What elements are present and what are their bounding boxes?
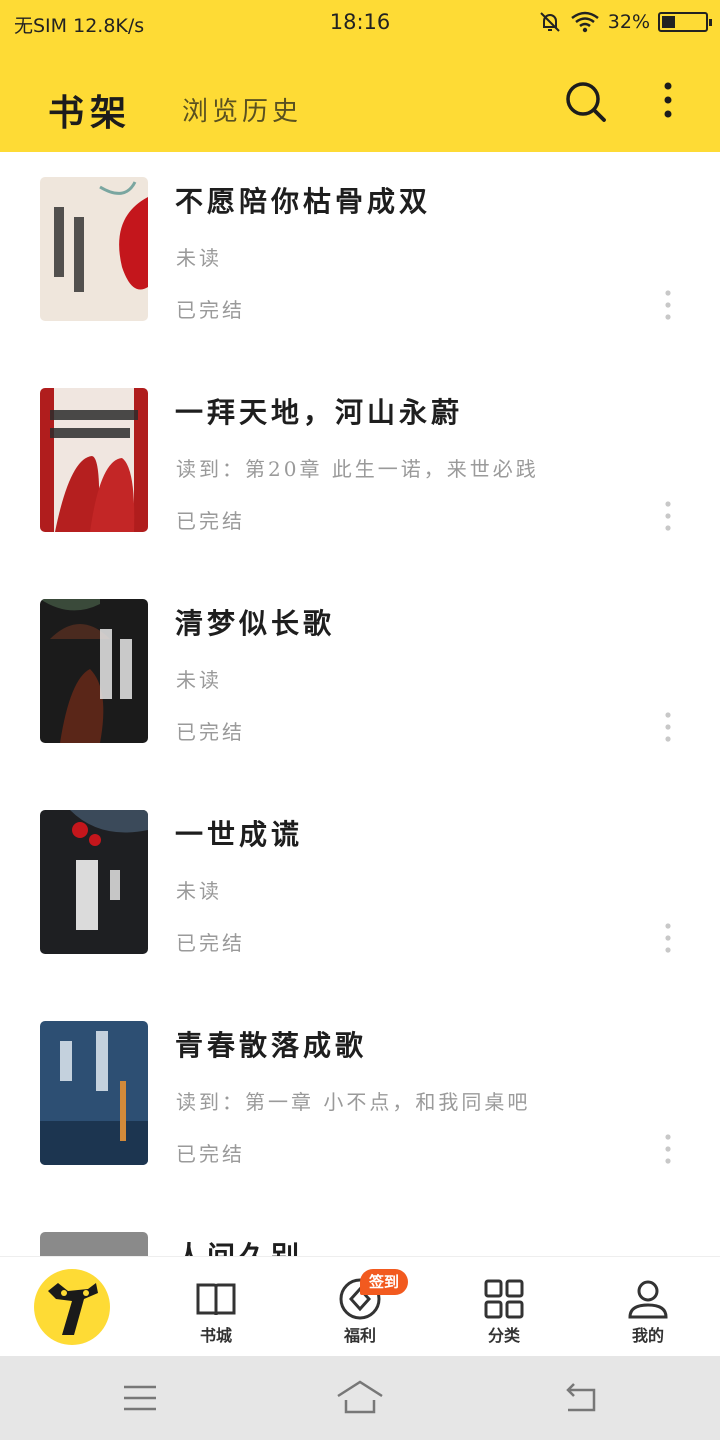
battery-percent: 32% <box>607 11 650 33</box>
book-item[interactable]: 清梦似长歌 未读 已完结 <box>0 574 720 785</box>
more-vertical-icon[interactable] <box>650 80 686 124</box>
bookshelf-list: 不愿陪你枯骨成双 未读 已完结 一拜天地，河山永蔚 读到：第20章 此生一诺，来… <box>0 152 720 1256</box>
book-item[interactable]: 一世成谎 未读 已完结 <box>0 785 720 996</box>
more-options-icon[interactable] <box>656 1132 680 1166</box>
more-options-icon[interactable] <box>656 921 680 955</box>
book-item[interactable]: 人间久别 <box>0 1207 720 1256</box>
book-title[interactable]: 人间久别 <box>175 1235 303 1256</box>
tab-browse-history[interactable]: 浏览历史 <box>182 91 302 128</box>
book-status: 已完结 <box>176 509 245 533</box>
book-status: 已完结 <box>176 931 245 955</box>
more-options-icon[interactable] <box>656 499 680 533</box>
back-icon[interactable] <box>560 1378 600 1418</box>
nav-label: 分类 <box>487 1326 520 1345</box>
book-cover[interactable] <box>40 177 148 321</box>
book-title[interactable]: 青春散落成歌 <box>175 1024 367 1064</box>
grid-icon <box>484 1279 524 1319</box>
status-icons: 32% <box>538 10 712 34</box>
app-screen: 无SIM 12.8K/s 18:16 32% 书架 浏览历史 不愿陪你枯骨成双 … <box>0 0 720 1440</box>
book-cover-art <box>40 1021 148 1165</box>
tab-bookshelf[interactable]: 书架 <box>48 84 132 136</box>
book-progress: 读到：第一章 小不点，和我同桌吧 <box>176 1090 531 1114</box>
book-cover-art <box>40 388 148 532</box>
book-status: 已完结 <box>176 720 245 744</box>
app-header: 无SIM 12.8K/s 18:16 32% 书架 浏览历史 <box>0 0 720 152</box>
book-cover[interactable] <box>40 388 148 532</box>
user-icon <box>628 1280 668 1319</box>
nav-bookstore[interactable]: 书城 <box>144 1257 288 1357</box>
book-title[interactable]: 一拜天地，河山永蔚 <box>175 391 463 431</box>
wifi-icon <box>571 11 599 33</box>
battery-fill <box>662 16 675 28</box>
nav-mine[interactable]: 我的 <box>576 1257 720 1357</box>
open-book-icon <box>196 1283 236 1316</box>
book-cover[interactable] <box>40 599 148 743</box>
nav-label: 福利 <box>343 1326 376 1345</box>
more-options-icon[interactable] <box>656 710 680 744</box>
book-title[interactable]: 清梦似长歌 <box>175 602 335 642</box>
menu-icon[interactable] <box>120 1378 160 1418</box>
book-item[interactable]: 一拜天地，河山永蔚 读到：第20章 此生一诺，来世必践 已完结 <box>0 363 720 574</box>
book-cover-art <box>40 177 148 321</box>
system-navigation-bar <box>0 1356 720 1440</box>
book-cover-art <box>40 810 148 954</box>
nav-welfare[interactable]: 福利 <box>288 1257 432 1357</box>
book-title[interactable]: 不愿陪你枯骨成双 <box>175 180 431 220</box>
nav-label: 我的 <box>631 1326 664 1345</box>
checkin-badge[interactable]: 签到 <box>360 1269 409 1295</box>
bookshelf-logo-icon[interactable] <box>34 1269 110 1345</box>
nav-label: 书城 <box>199 1326 232 1345</box>
home-icon[interactable] <box>336 1378 384 1418</box>
book-item[interactable]: 不愿陪你枯骨成双 未读 已完结 <box>0 152 720 363</box>
book-cover[interactable] <box>40 1232 148 1256</box>
book-status: 已完结 <box>176 298 245 322</box>
search-icon[interactable] <box>562 78 608 124</box>
book-item[interactable]: 青春散落成歌 读到：第一章 小不点，和我同桌吧 已完结 <box>0 996 720 1207</box>
book-cover[interactable] <box>40 810 148 954</box>
nav-category[interactable]: 分类 <box>432 1257 576 1357</box>
more-options-icon[interactable] <box>656 288 680 322</box>
book-progress: 未读 <box>176 879 222 903</box>
book-progress: 读到：第20章 此生一诺，来世必践 <box>176 457 539 481</box>
battery-icon <box>658 12 712 32</box>
book-progress: 未读 <box>176 246 222 270</box>
book-progress: 未读 <box>176 668 222 692</box>
book-title[interactable]: 一世成谎 <box>175 813 303 853</box>
book-status: 已完结 <box>176 1142 245 1166</box>
mute-bell-icon <box>540 12 560 32</box>
status-bar: 无SIM 12.8K/s 18:16 32% <box>0 0 720 48</box>
book-cover-art <box>40 1232 148 1256</box>
book-cover[interactable] <box>40 1021 148 1165</box>
bottom-navigation: 书城 福利 签到 分类 我的 <box>0 1256 720 1356</box>
book-cover-art <box>40 599 148 743</box>
